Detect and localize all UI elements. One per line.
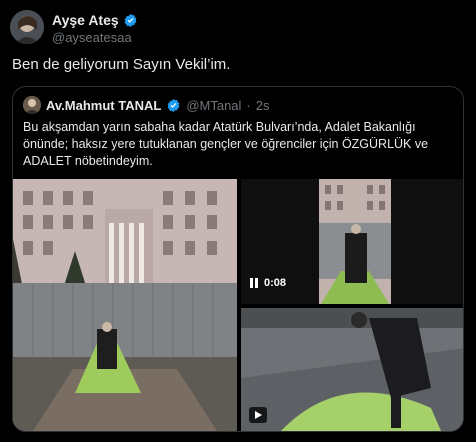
video-duration[interactable]: 0:08 xyxy=(249,277,286,289)
media-video[interactable]: 0:08 xyxy=(241,179,463,304)
separator-dot: · xyxy=(246,97,251,113)
quoted-avatar[interactable] xyxy=(23,96,41,114)
media-photo-2[interactable] xyxy=(241,308,463,431)
tweet-text: Ben de geliyorum Sayın Vekil’im. xyxy=(12,56,231,73)
quoted-tweet[interactable]: Av.Mahmut TANAL @MTanal · 2s Bu akşamdan… xyxy=(12,86,464,432)
tweet: Ayşe Ateş @ayseatesaa Ben de geliyorum S… xyxy=(0,0,476,442)
quoted-text: Bu akşamdan yarın sabaha kadar Atatürk B… xyxy=(23,120,429,168)
quoted-author-name[interactable]: Av.Mahmut TANAL xyxy=(46,98,161,113)
quoted-author-row: Av.Mahmut TANAL @MTanal · 2s xyxy=(23,96,270,114)
author-row: Ayşe Ateş xyxy=(52,12,138,28)
author-name[interactable]: Ayşe Ateş xyxy=(52,12,119,28)
video-time: 0:08 xyxy=(264,277,287,289)
author-handle[interactable]: @ayseatesaa xyxy=(52,30,132,45)
media-grid: 0:08 xyxy=(13,179,463,431)
verified-badge-icon xyxy=(167,98,180,112)
quoted-timestamp[interactable]: 2s xyxy=(256,98,270,113)
avatar[interactable] xyxy=(10,10,44,44)
quoted-author-handle[interactable]: @MTanal xyxy=(186,98,241,113)
play-icon[interactable] xyxy=(249,407,267,423)
pause-icon[interactable] xyxy=(249,278,259,288)
verified-badge-icon xyxy=(124,13,137,27)
media-photo-1[interactable] xyxy=(13,179,237,431)
